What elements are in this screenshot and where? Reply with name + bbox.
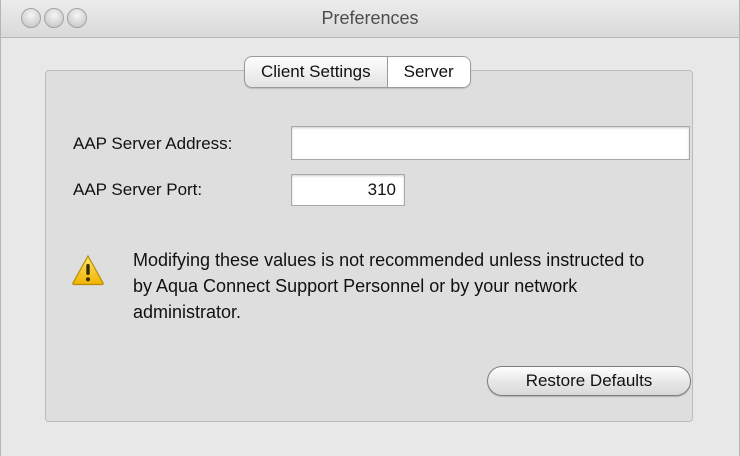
restore-defaults-button[interactable]: Restore Defaults <box>487 366 691 396</box>
server-address-label: AAP Server Address: <box>73 134 233 153</box>
tab-server[interactable]: Server <box>386 57 470 87</box>
server-address-input[interactable] <box>291 126 690 160</box>
preferences-window: Preferences Client Settings Server AAP S… <box>0 0 740 456</box>
warning-triangle-icon <box>72 254 104 286</box>
server-port-input[interactable] <box>291 174 405 206</box>
window-title: Preferences <box>321 8 419 28</box>
tab-client-settings[interactable]: Client Settings <box>245 57 387 87</box>
title-bar[interactable]: Preferences <box>1 0 739 38</box>
warning-message: Modifying these values is not recommende… <box>133 250 645 322</box>
tab-bar: Client Settings Server <box>244 56 471 88</box>
server-port-label: AAP Server Port: <box>73 180 203 199</box>
